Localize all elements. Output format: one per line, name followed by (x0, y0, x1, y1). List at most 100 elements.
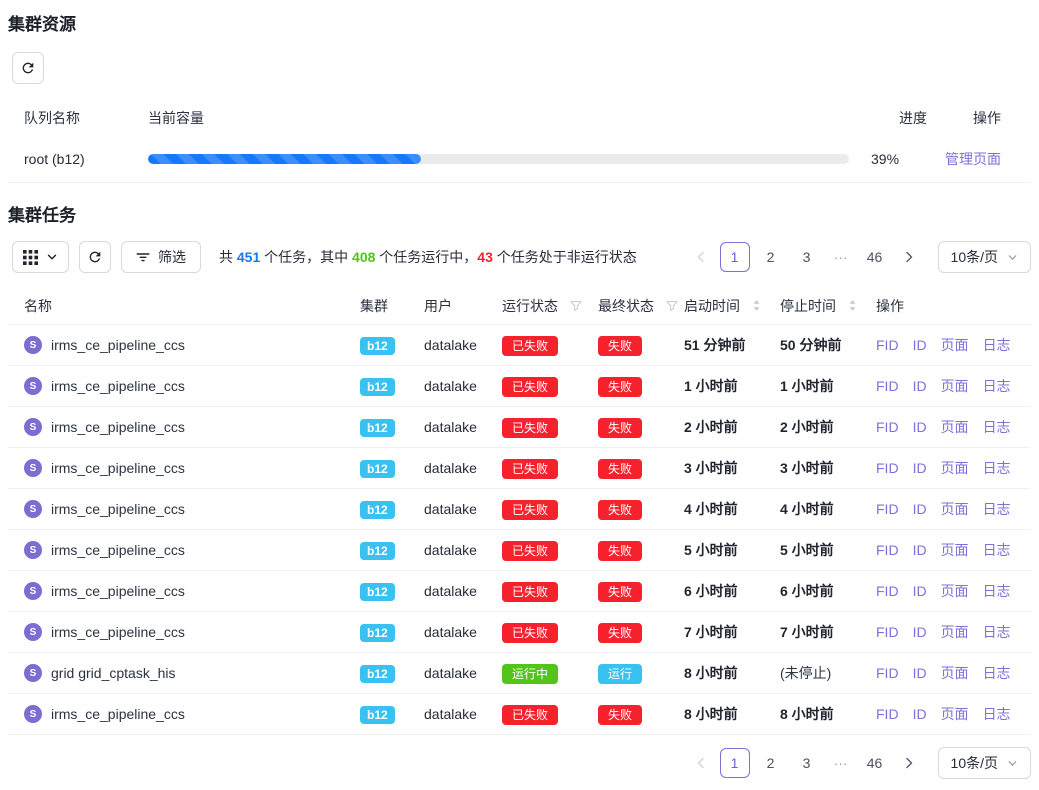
id-link[interactable]: ID (913, 501, 927, 517)
col-cluster: 集群 (360, 296, 424, 316)
pagination-next[interactable] (896, 749, 922, 777)
fid-link[interactable]: FID (876, 542, 899, 558)
run-status-badge: 已失败 (502, 336, 558, 356)
pagination-page-46[interactable]: 46 (860, 748, 890, 778)
pagination-page-3[interactable]: 3 (792, 242, 822, 272)
task-stop-time: 7 小时前 (780, 622, 876, 642)
pagination-ellipsis[interactable]: ··· (828, 755, 854, 771)
page-size-label: 10条/页 (951, 753, 998, 773)
log-link[interactable]: 日志 (983, 581, 1011, 601)
task-name-cell: Sirms_ce_pipeline_ccs (24, 336, 360, 354)
log-link[interactable]: 日志 (983, 622, 1011, 642)
pagination-page-1[interactable]: 1 (720, 748, 750, 778)
fid-link[interactable]: FID (876, 665, 899, 681)
log-link[interactable]: 日志 (983, 376, 1011, 396)
fid-link[interactable]: FID (876, 706, 899, 722)
log-link[interactable]: 日志 (983, 458, 1011, 478)
task-stop-time: 4 小时前 (780, 499, 876, 519)
pagination-ellipsis[interactable]: ··· (828, 249, 854, 265)
tasks-refresh-button[interactable] (79, 241, 111, 273)
pagination-prev[interactable] (688, 749, 714, 777)
page-link[interactable]: 页面 (941, 376, 969, 396)
task-stop-time: 50 分钟前 (780, 335, 876, 355)
fid-link[interactable]: FID (876, 583, 899, 599)
spark-avatar-icon: S (24, 705, 42, 723)
fid-link[interactable]: FID (876, 419, 899, 435)
filter-button[interactable]: 筛选 (121, 241, 201, 273)
refresh-icon (20, 60, 36, 76)
pagination-next[interactable] (896, 243, 922, 271)
log-link[interactable]: 日志 (983, 663, 1011, 683)
spark-avatar-icon: S (24, 459, 42, 477)
fid-link[interactable]: FID (876, 337, 899, 353)
id-link[interactable]: ID (913, 460, 927, 476)
resources-refresh-button[interactable] (12, 52, 44, 84)
pagination-page-3[interactable]: 3 (792, 748, 822, 778)
id-link[interactable]: ID (913, 624, 927, 640)
manage-page-link[interactable]: 管理页面 (945, 149, 1001, 169)
filter-funnel-icon[interactable] (570, 300, 582, 312)
col-user: 用户 (424, 296, 502, 316)
task-user: datalake (424, 583, 502, 599)
pagination-page-46[interactable]: 46 (860, 242, 890, 272)
id-link[interactable]: ID (913, 419, 927, 435)
id-link[interactable]: ID (913, 665, 927, 681)
capacity-progress-bar (148, 154, 849, 164)
log-link[interactable]: 日志 (983, 704, 1011, 724)
task-cluster-cell: b12 (360, 665, 424, 681)
col-name: 名称 (24, 296, 360, 316)
sort-icon[interactable] (752, 299, 761, 312)
page-size-select[interactable]: 10条/页 (938, 747, 1031, 779)
sort-icon[interactable] (848, 299, 857, 312)
task-run-status-cell: 已失败 (502, 501, 598, 518)
pagination-page-2[interactable]: 2 (756, 242, 786, 272)
fid-link[interactable]: FID (876, 378, 899, 394)
final-status-badge: 失败 (598, 705, 642, 725)
fid-link[interactable]: FID (876, 624, 899, 640)
page-link[interactable]: 页面 (941, 499, 969, 519)
task-start-time: 8 小时前 (684, 663, 780, 683)
task-table-row: Sirms_ce_pipeline_ccsb12datalake已失败失败1 小… (8, 366, 1031, 407)
page-link[interactable]: 页面 (941, 335, 969, 355)
log-link[interactable]: 日志 (983, 417, 1011, 437)
chevron-down-icon (46, 251, 58, 263)
pagination-prev[interactable] (688, 243, 714, 271)
page-link[interactable]: 页面 (941, 663, 969, 683)
page-link[interactable]: 页面 (941, 540, 969, 560)
cluster-tag: b12 (360, 419, 395, 437)
filter-funnel-icon[interactable] (666, 300, 678, 312)
id-link[interactable]: ID (913, 583, 927, 599)
id-link[interactable]: ID (913, 706, 927, 722)
log-link[interactable]: 日志 (983, 499, 1011, 519)
page-link[interactable]: 页面 (941, 458, 969, 478)
run-status-badge: 已失败 (502, 459, 558, 479)
task-start-time: 7 小时前 (684, 622, 780, 642)
log-link[interactable]: 日志 (983, 335, 1011, 355)
col-resource-action: 操作 (973, 108, 1001, 128)
log-link[interactable]: 日志 (983, 540, 1011, 560)
page-size-select[interactable]: 10条/页 (938, 241, 1031, 273)
task-user: datalake (424, 460, 502, 476)
task-final-status-cell: 运行 (598, 665, 684, 682)
summary-text: 个任务处于非运行状态 (493, 249, 637, 265)
run-status-badge: 已失败 (502, 705, 558, 725)
col-stop-time: 停止时间 (780, 296, 876, 316)
page-link[interactable]: 页面 (941, 704, 969, 724)
fid-link[interactable]: FID (876, 501, 899, 517)
column-settings-button[interactable] (12, 241, 69, 273)
page-link[interactable]: 页面 (941, 581, 969, 601)
task-start-time: 8 小时前 (684, 704, 780, 724)
task-run-status-cell: 已失败 (502, 624, 598, 641)
pagination-page-2[interactable]: 2 (756, 748, 786, 778)
id-link[interactable]: ID (913, 542, 927, 558)
fid-link[interactable]: FID (876, 460, 899, 476)
page-link[interactable]: 页面 (941, 417, 969, 437)
page-link[interactable]: 页面 (941, 622, 969, 642)
task-name-cell: Sirms_ce_pipeline_ccs (24, 705, 360, 723)
run-status-badge: 运行中 (502, 664, 558, 684)
id-link[interactable]: ID (913, 378, 927, 394)
task-table-row: Sirms_ce_pipeline_ccsb12datalake已失败失败5 小… (8, 530, 1031, 571)
task-table-row: Sirms_ce_pipeline_ccsb12datalake已失败失败4 小… (8, 489, 1031, 530)
pagination-page-1[interactable]: 1 (720, 242, 750, 272)
id-link[interactable]: ID (913, 337, 927, 353)
